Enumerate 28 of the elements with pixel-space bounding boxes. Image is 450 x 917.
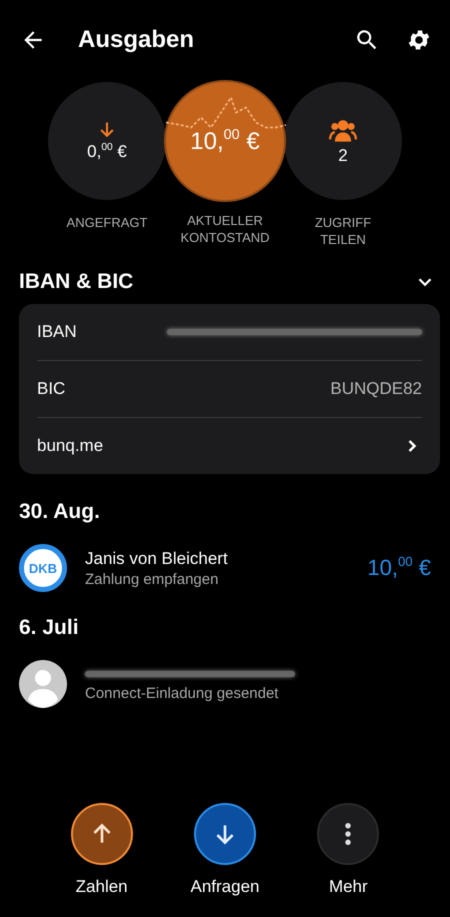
summary-label: ANGEFRAGT	[66, 214, 148, 231]
screen-title: Ausgaben	[78, 26, 194, 54]
action-label: Mehr	[328, 877, 368, 897]
balance-circle[interactable]: 10,$^{00}$ €	[164, 80, 286, 202]
row-label: IBAN	[37, 322, 77, 342]
bank-avatar: DKB	[19, 544, 67, 592]
amount-text: 0,$^{00}$ €	[87, 142, 127, 162]
row-value: BUNQDE82	[330, 379, 422, 399]
date-heading: 6. Juli	[18, 615, 80, 640]
summary-circle[interactable]: 0,$^{00}$ €	[48, 82, 166, 200]
summary-label: ZUGRIFF TEILEN	[314, 214, 372, 248]
entry-name: Janis von Bleichert	[85, 548, 229, 568]
entry-amount: 10,$^{00}$ €	[367, 554, 431, 582]
summary-label: AKTUELLER KONTOSTAND	[180, 212, 270, 246]
entry-subtitle: Zahlung empfangen	[85, 570, 220, 588]
date-heading: 30. Aug.	[18, 499, 101, 524]
action-label: Zahlen	[76, 877, 128, 897]
entry-subtitle: Connect-Einladung gesendet	[85, 684, 280, 702]
amount-text: 10,$^{00}$ €	[190, 127, 260, 157]
link-row[interactable]: bunq.me	[37, 417, 422, 474]
action-label: Anfragen	[190, 877, 260, 897]
summary-circle[interactable]: 2	[284, 82, 402, 200]
person-avatar-icon	[19, 660, 67, 708]
more-icon	[345, 823, 352, 845]
row-label: bunq.me	[37, 436, 104, 456]
section-title: IBAN & BIC	[19, 270, 134, 294]
row-label: BIC	[37, 379, 66, 399]
share-count: 2	[338, 146, 348, 166]
